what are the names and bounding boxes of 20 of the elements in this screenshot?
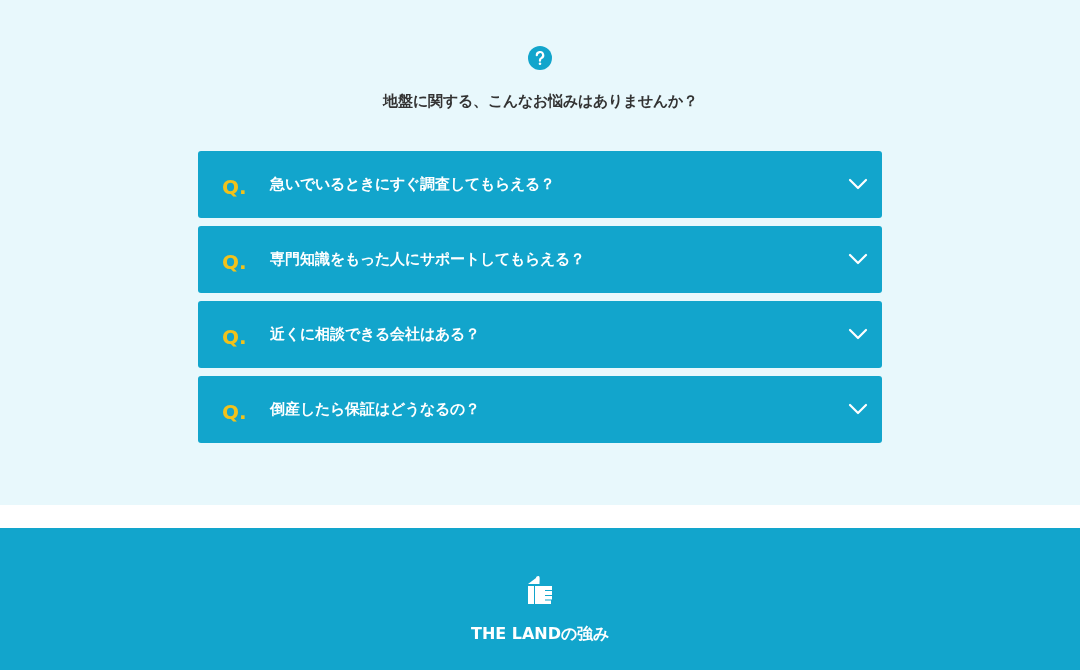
chevron-icon [848,328,868,340]
question-marker: Q. [222,399,248,426]
section-heading: THE LANDの強み [470,623,610,645]
question-marker: Q. [222,249,248,276]
question-marker: Q. [222,324,248,351]
question-text: 近くに相談できる会社はある？ [270,323,481,345]
faq-item[interactable]: Q. 倒産したら保証はどうなるの？ [198,375,882,443]
faq-item[interactable]: Q. 専門知識をもった人にサポートしてもらえる？ [198,225,882,293]
question-text: 専門知識をもった人にサポートしてもらえる？ [270,248,586,270]
chevron-icon [848,253,868,265]
thumbs-up-icon [528,574,552,604]
section-heading: 地盤に関する、こんなお悩みはありませんか？ [382,91,698,112]
faq-item[interactable]: Q. 近くに相談できる会社はある？ [198,300,882,368]
question-text: 倒産したら保証はどうなるの？ [270,398,481,420]
chevron-icon [848,178,868,190]
faq-item[interactable]: Q. 急いでいるときにすぐ調査してもらえる？ [198,150,882,218]
chevron-icon [848,403,868,415]
question-icon [528,46,552,70]
question-text: 急いでいるときにすぐ調査してもらえる？ [270,173,556,195]
question-marker: Q. [222,174,248,201]
